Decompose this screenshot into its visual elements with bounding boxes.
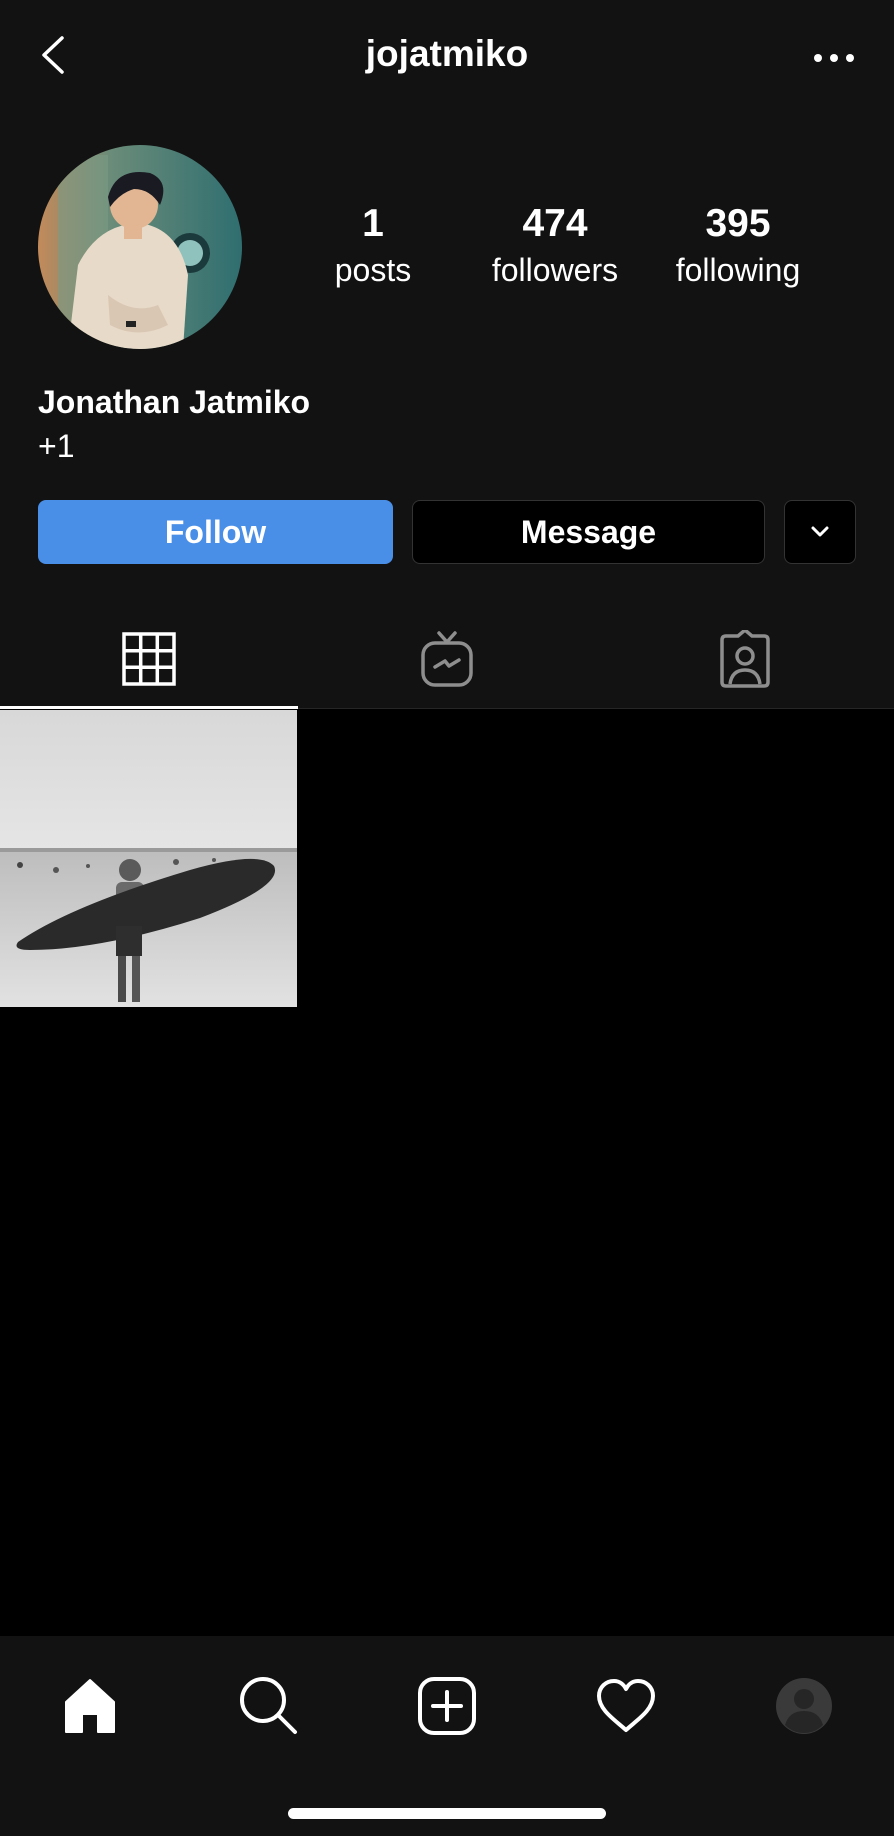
chevron-down-icon xyxy=(811,526,829,537)
followers-label: followers xyxy=(491,252,619,288)
stat-posts[interactable]: 1 posts xyxy=(288,200,458,292)
followers-count: 474 xyxy=(522,202,588,245)
stat-following[interactable]: 395 following xyxy=(653,200,823,292)
post-thumbnail[interactable] xyxy=(0,710,297,1007)
search-icon xyxy=(240,1677,297,1734)
igtv-icon xyxy=(421,631,473,687)
nav-activity[interactable] xyxy=(586,1666,666,1746)
add-post-icon xyxy=(418,1677,476,1735)
bio-text: +1 xyxy=(38,428,75,464)
more-options-button[interactable] xyxy=(812,38,856,78)
active-tab-indicator xyxy=(0,706,298,709)
grid-icon xyxy=(122,632,176,686)
profile-tabs xyxy=(0,610,894,709)
post-photo-surfer xyxy=(0,710,297,1007)
suggested-accounts-button[interactable] xyxy=(784,500,856,564)
top-bar: jojatmiko xyxy=(0,0,894,115)
tagged-person-icon xyxy=(720,630,770,688)
stat-followers[interactable]: 474 followers xyxy=(470,200,640,292)
profile-avatar-icon xyxy=(776,1678,832,1734)
home-icon xyxy=(65,1679,115,1733)
message-button[interactable]: Message xyxy=(412,500,765,564)
tab-igtv[interactable] xyxy=(298,610,596,708)
nav-search[interactable] xyxy=(229,1666,309,1746)
display-name: Jonathan Jatmiko xyxy=(38,384,311,420)
profile-avatar[interactable] xyxy=(38,145,242,349)
nav-profile[interactable] xyxy=(764,1666,844,1746)
heart-icon xyxy=(597,1679,655,1732)
following-count: 395 xyxy=(705,202,771,245)
page-title: jojatmiko xyxy=(365,33,529,74)
nav-create[interactable] xyxy=(407,1666,487,1746)
home-indicator xyxy=(288,1808,606,1819)
ellipsis-icon xyxy=(814,54,854,62)
following-label: following xyxy=(675,252,801,288)
posts-label: posts xyxy=(334,252,412,288)
avatar-photo xyxy=(38,145,242,349)
follow-button[interactable]: Follow xyxy=(38,500,393,564)
posts-count: 1 xyxy=(362,202,384,245)
bottom-nav xyxy=(0,1636,894,1836)
nav-home[interactable] xyxy=(50,1666,130,1746)
tab-grid[interactable] xyxy=(0,610,298,709)
tab-tagged[interactable] xyxy=(596,610,894,708)
